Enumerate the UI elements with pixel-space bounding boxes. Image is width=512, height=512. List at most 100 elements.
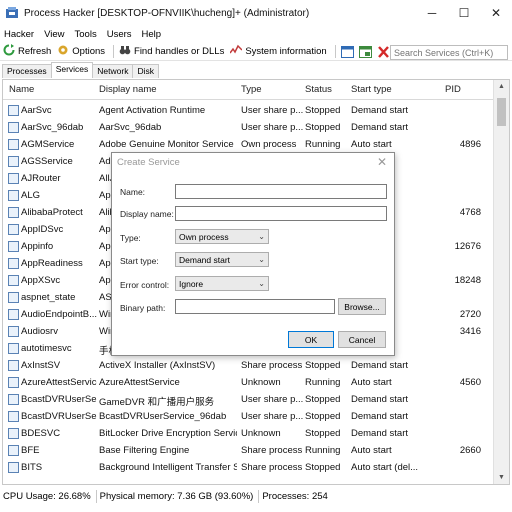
start-type-select[interactable]: Demand start ⌄ [175,252,269,267]
service-icon [8,394,19,405]
status-separator [258,489,260,503]
cell-name: AarSvc_96dab [21,122,84,133]
cell-display-name: BcastDVRUserService_96dab [99,411,227,422]
tab-services[interactable]: Services [50,62,94,78]
cell-name: ALG [21,190,41,201]
cell-start-type: Auto start (del... [351,462,419,473]
toolbar-separator [113,45,115,58]
service-icon [8,241,19,252]
column-header-display-name[interactable]: Display name [99,84,157,95]
ok-button[interactable]: OK [288,331,334,348]
window-properties-icon[interactable] [358,45,372,58]
maximize-button[interactable]: ☐ [448,0,480,26]
service-row[interactable]: AzureAttestService AzureAttestService Unkn… [3,374,493,391]
cell-name: AlibabaProtect [21,207,83,218]
type-label: Type: [120,233,141,243]
start-type-label: Start type: [120,256,159,266]
find-handles-button[interactable]: Find handles or DLLs [119,44,224,59]
minimize-button[interactable]: ─ [416,0,448,26]
cell-status: Running [305,377,341,388]
options-gear-icon [57,44,69,59]
cell-start-type: Auto start [351,445,392,456]
terminate-icon[interactable] [377,45,390,58]
cell-display-name: GameDVR 和广播用户服务 [99,397,215,408]
column-header-name[interactable]: Name [9,84,34,95]
close-button[interactable]: ✕ [480,0,512,26]
service-icon [8,224,19,235]
cell-name: BcastDVRUserSe... [21,411,97,422]
cancel-button[interactable]: Cancel [338,331,386,348]
cell-type: Unknown [241,377,281,388]
dialog-title: Create Service [117,157,180,168]
tab-network[interactable]: Network [92,64,134,78]
window-icon[interactable] [340,45,354,58]
cell-status: Stopped [305,411,341,422]
title-bar: Process Hacker [DESKTOP-OFNVIIK\hucheng]… [0,0,512,26]
system-info-button[interactable]: System information [229,44,327,59]
service-row[interactable]: AxInstSV ActiveX Installer (AxInstSV) Shar… [3,357,493,374]
cell-type: Own process [241,139,297,150]
service-icon [8,445,19,456]
menu-view[interactable]: View [44,29,64,40]
menu-bar: Hacker View Tools Users Help [0,27,512,42]
column-header-row: Name Display name Type Status Start type… [3,80,493,100]
service-icon [8,139,19,150]
tab-disk[interactable]: Disk [132,64,159,78]
column-header-status[interactable]: Status [305,84,332,95]
service-row[interactable]: AarSvc_96dab AarSvc_96dab User share p... S… [3,119,493,136]
display-name-input[interactable] [175,206,387,221]
options-button[interactable]: Options [57,44,105,59]
cell-type: Share process [241,462,303,473]
chevron-down-icon: ⌄ [258,279,265,288]
service-row[interactable]: AarSvc Agent Activation Runtime User share… [3,102,493,119]
scrollbar-thumb[interactable] [497,98,506,126]
menu-hacker[interactable]: Hacker [4,29,34,40]
refresh-button[interactable]: Refresh [3,44,51,59]
service-icon [8,156,19,167]
cell-name: AarSvc [21,105,52,116]
cell-display-name: Base Filtering Engine [99,445,190,456]
menu-tools[interactable]: Tools [75,29,97,40]
error-control-select[interactable]: Ignore ⌄ [175,276,269,291]
search-services-input[interactable] [390,45,508,60]
scroll-up-arrow-icon[interactable]: ▲ [498,83,505,90]
service-row[interactable]: BITS Background Intelligent Transfer S...… [3,459,493,476]
vertical-scrollbar[interactable]: ▲ ▼ [493,80,509,484]
service-row[interactable]: BDESVC BitLocker Drive Encryption Service… [3,425,493,442]
type-select[interactable]: Own process ⌄ [175,229,269,244]
name-input[interactable] [175,184,387,199]
service-row[interactable]: AGMService Adobe Genuine Monitor Service O… [3,136,493,153]
column-header-start-type[interactable]: Start type [351,84,392,95]
cell-pid: 4560 [459,377,481,388]
scroll-down-arrow-icon[interactable]: ▼ [498,474,505,481]
column-header-pid[interactable]: PID [445,84,461,95]
browse-button[interactable]: Browse... [338,298,386,315]
service-row[interactable]: BcastDVRUserSe... GameDVR 和广播用户服务 User sha… [3,391,493,408]
service-icon [8,428,19,439]
cell-display-name: ActiveX Installer (AxInstSV) [99,360,216,371]
cell-pid: 3416 [459,326,481,337]
cell-status: Stopped [305,394,341,405]
service-icon [8,275,19,286]
service-row[interactable]: BFE Base Filtering Engine Share process Run… [3,442,493,459]
binary-path-label: Binary path: [120,303,166,313]
cell-name: Audiosrv [21,326,58,337]
cell-pid: 2660 [459,445,481,456]
column-header-type[interactable]: Type [241,84,262,95]
cell-name: BcastDVRUserSe... [21,394,97,405]
tab-processes[interactable]: Processes [2,64,52,78]
binary-path-input[interactable] [175,299,335,314]
create-service-dialog: Create Service ✕ Name: Display name: Typ… [111,152,395,356]
menu-users[interactable]: Users [107,29,132,40]
cell-display-name: Agent Activation Runtime [99,105,206,116]
service-icon [8,462,19,473]
cell-name: Appinfo [21,241,54,252]
start-type-select-value: Demand start [179,255,231,265]
service-row[interactable]: BcastDVRUserSe... BcastDVRUserService_96d… [3,408,493,425]
cell-pid: 4896 [459,139,481,150]
status-bar: CPU Usage: 26.68% Physical memory: 7.36 … [0,487,512,505]
cell-name: AppReadiness [21,258,83,269]
find-handles-label: Find handles or DLLs [134,46,225,57]
dialog-close-icon[interactable]: ✕ [377,155,387,169]
menu-help[interactable]: Help [142,29,162,40]
